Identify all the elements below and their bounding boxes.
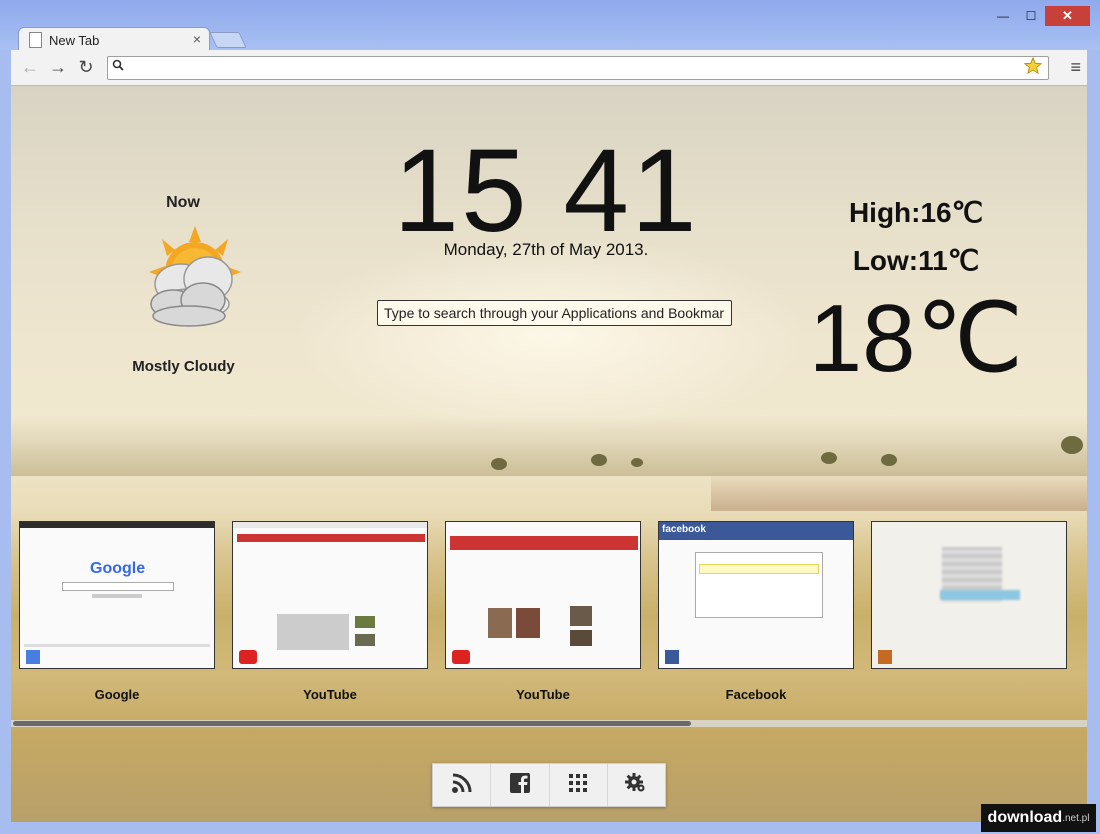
minimize-button[interactable]: — xyxy=(989,6,1017,26)
settings-button[interactable] xyxy=(608,764,665,806)
speed-dial-tile-google[interactable]: Google xyxy=(19,521,215,669)
title-bar: — ☐ ✕ New Tab × xyxy=(0,0,1100,52)
download-watermark: download .net.pl xyxy=(981,804,1096,832)
apps-grid-icon xyxy=(568,773,588,798)
youtube-favicon-icon xyxy=(239,650,257,664)
youtube-favicon-icon xyxy=(452,650,470,664)
thumbnail-footer xyxy=(24,644,210,647)
speed-dial-tile-blurred[interactable] xyxy=(871,521,1067,669)
speed-dial: Google Google YouTube YouTube facebook F… xyxy=(19,521,1087,711)
google-favicon-icon xyxy=(26,650,40,664)
thumbnail-image xyxy=(570,630,592,646)
maximize-button[interactable]: ☐ xyxy=(1017,6,1045,26)
speed-dial-label[interactable]: YouTube xyxy=(445,687,641,702)
search-input[interactable] xyxy=(378,301,731,325)
browser-tab[interactable]: New Tab × xyxy=(18,27,210,52)
back-button[interactable]: ← xyxy=(19,57,41,77)
background-tree xyxy=(631,458,643,467)
rss-icon xyxy=(451,772,473,799)
window-controls: — ☐ ✕ xyxy=(989,6,1090,26)
speed-dial-scrollbar[interactable] xyxy=(11,720,1087,727)
tab-close-icon[interactable]: × xyxy=(193,31,201,47)
thumbnail-toolbar xyxy=(233,522,427,528)
bookmark-star-icon[interactable] xyxy=(1023,56,1043,80)
background-tree xyxy=(1061,436,1083,454)
page-icon xyxy=(29,32,42,48)
thumbnail-image xyxy=(516,608,540,638)
thumbnail-login-box xyxy=(695,552,823,618)
high-temperature: High:16℃ xyxy=(848,197,984,228)
thumbnail-toolbar xyxy=(20,522,214,528)
thumbnail-banner xyxy=(237,534,425,542)
low-temperature: Low:11℃ xyxy=(852,245,980,276)
reload-button[interactable]: ↻ xyxy=(75,57,97,77)
speed-dial-tile-facebook[interactable]: facebook xyxy=(658,521,854,669)
background-tree xyxy=(491,458,507,470)
google-logo: Google xyxy=(90,560,146,577)
speed-dial-tile-youtube-1[interactable] xyxy=(232,521,428,669)
speed-dial-label[interactable]: YouTube xyxy=(232,687,428,702)
thumbnail-blurred-bar xyxy=(940,590,1020,600)
background-tree xyxy=(881,454,897,466)
thumbnail-video xyxy=(277,614,349,650)
bottom-dock xyxy=(432,763,666,807)
speed-dial-label[interactable]: Facebook xyxy=(658,687,854,702)
browser-toolbar: ← → ↻ ≡ xyxy=(11,50,1087,86)
thumbnail-buttons xyxy=(92,594,142,598)
forward-button[interactable]: → xyxy=(47,57,69,77)
speed-dial-tile-youtube-2[interactable] xyxy=(445,521,641,669)
background-light xyxy=(291,236,811,436)
partly-cloudy-icon xyxy=(133,224,253,334)
clock-time: 15 41 xyxy=(393,125,699,257)
close-window-button[interactable]: ✕ xyxy=(1045,6,1090,26)
browser-window: — ☐ ✕ New Tab × ← → ↻ ≡ Now Mostly Cloud… xyxy=(0,0,1100,834)
speed-dial-label[interactable]: Google xyxy=(19,687,215,702)
background-tree xyxy=(821,452,837,464)
background-hills xyxy=(11,416,1087,476)
thumbnail-banner xyxy=(450,536,638,550)
rss-button[interactable] xyxy=(433,764,492,806)
search-box[interactable] xyxy=(377,300,732,326)
thumbnail-search-box xyxy=(62,582,174,591)
thumbnail-image xyxy=(570,606,592,626)
weather-now-label: Now xyxy=(166,194,200,211)
facebook-favicon-icon xyxy=(665,650,679,664)
thumbnail-image xyxy=(488,608,512,638)
thumbnail-notice xyxy=(699,564,819,574)
address-input[interactable] xyxy=(132,58,1016,78)
tab-title: New Tab xyxy=(49,33,100,48)
address-bar[interactable] xyxy=(107,56,1049,80)
clock-date: Monday, 27th of May 2013. xyxy=(443,240,649,259)
new-tab-page: Now Mostly Cloudy 15 41 Monday, 27th of … xyxy=(11,86,1087,822)
search-icon xyxy=(112,59,124,74)
scrollbar-thumb[interactable] xyxy=(13,721,691,726)
background-tree xyxy=(591,454,607,466)
new-tab-button[interactable] xyxy=(209,32,247,48)
thumbnail-header: facebook xyxy=(659,522,853,540)
thumbnail-image xyxy=(355,616,375,628)
current-temperature: 18℃ xyxy=(808,285,1024,392)
menu-icon[interactable]: ≡ xyxy=(1070,57,1081,78)
apps-button[interactable] xyxy=(550,764,608,806)
background-field xyxy=(711,471,1087,511)
facebook-button[interactable] xyxy=(491,764,550,806)
site-favicon-icon xyxy=(878,650,892,664)
thumbnail-image xyxy=(355,634,375,646)
weather-condition: Mostly Cloudy xyxy=(132,358,235,375)
settings-gear-icon xyxy=(625,772,647,799)
facebook-icon xyxy=(509,772,531,799)
